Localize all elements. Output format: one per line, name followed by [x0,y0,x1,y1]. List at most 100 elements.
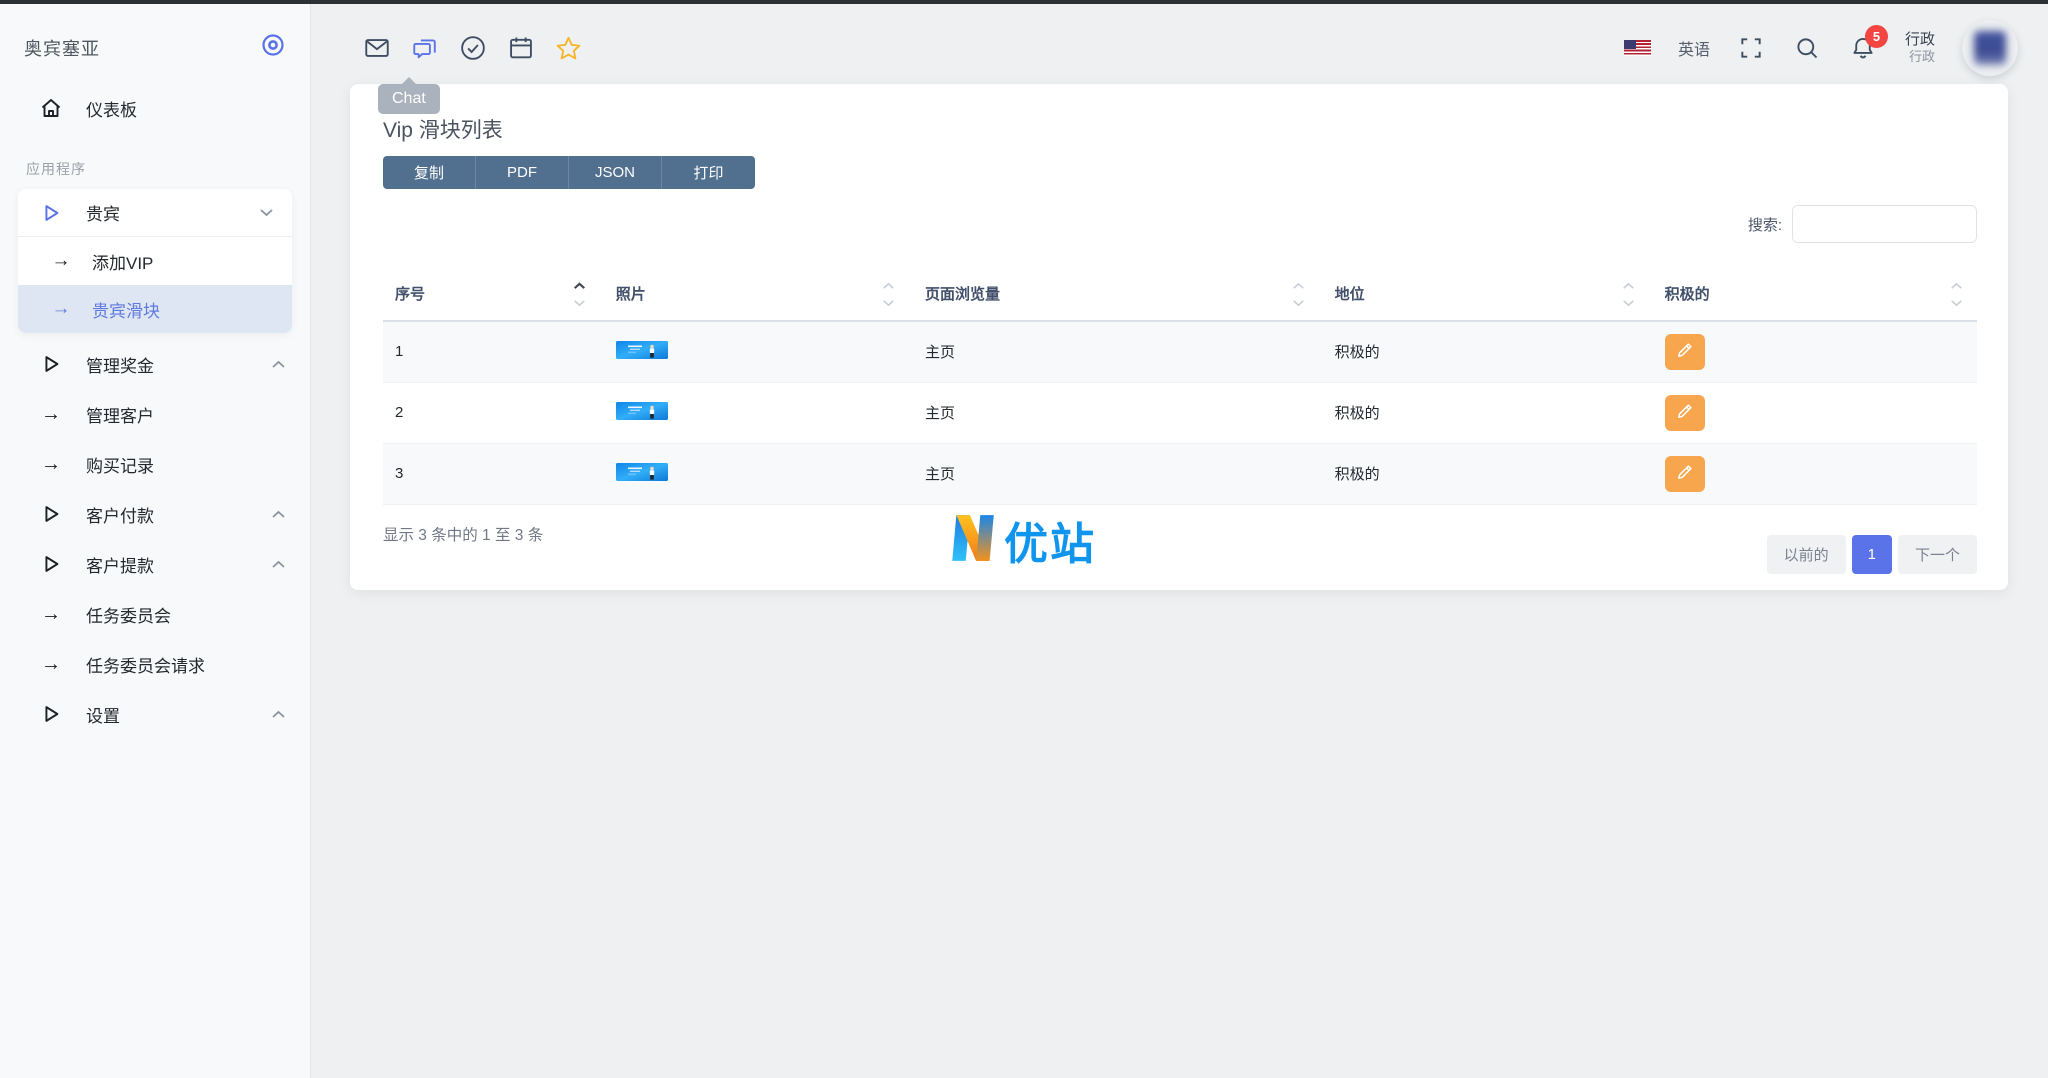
pencil-icon [1675,401,1695,424]
cell-pageview: 主页 [909,382,1319,444]
pencil-icon [1675,462,1695,485]
pdf-button[interactable]: PDF [476,156,569,189]
chevron-down-icon [259,208,274,217]
sort-icons [1622,282,1635,307]
sidebar-item-manage-customers[interactable]: → 管理客户 [0,389,310,439]
slider-photo-thumbnail [615,462,668,481]
sidebar-item-purchase-records[interactable]: → 购买记录 [0,439,310,489]
home-icon [38,96,64,120]
current-page-button[interactable]: 1 [1851,534,1892,574]
check-circle-icon[interactable] [458,34,487,63]
sidebar-item-label: 仪表板 [86,100,137,120]
sidebar-item-vip-slider[interactable]: → 贵宾滑块 [18,285,292,333]
user-menu[interactable]: 行政 行政 [1905,30,1935,66]
user-role: 行政 [1908,49,1935,65]
sidebar-item-label: 管理客户 [86,406,154,426]
chat-tooltip: Chat [378,77,440,114]
language-selector[interactable]: 英语 [1678,36,1710,60]
arrow-right-icon: → [41,452,61,475]
sidebar-item-label: 客户提款 [86,556,154,576]
cell-serial: 3 [383,443,600,505]
cell-pageview: 主页 [909,321,1319,383]
pencil-icon [1675,340,1695,363]
edit-button[interactable] [1664,455,1705,492]
sidebar-item-label: 设置 [86,706,120,726]
arrow-right-icon: → [51,250,71,271]
sidebar-item-customer-withdrawals[interactable]: 客户提款 [0,539,310,589]
slider-photo-thumbnail [615,401,668,420]
search-input[interactable] [1792,205,1977,243]
play-icon [38,703,64,725]
column-header-active[interactable]: 积极的 [1648,269,1977,322]
previous-page-button[interactable]: 以前的 [1766,534,1846,574]
star-icon[interactable] [554,34,583,63]
chevron-up-icon [271,360,286,369]
target-icon[interactable] [260,32,286,63]
avatar[interactable] [1962,20,2018,76]
slider-photo-thumbnail [615,340,668,359]
sidebar-item-customer-payments[interactable]: 客户付款 [0,489,310,539]
edit-button[interactable] [1664,394,1705,431]
uzhan-logo-text: 优站 [1004,520,1096,569]
table-info-text: 显示 3 条中的 1 至 3 条 [383,526,544,544]
next-page-button[interactable]: 下一个 [1897,534,1977,574]
sort-icons [573,282,586,307]
copy-button[interactable]: 复制 [383,156,476,189]
play-icon [38,202,64,224]
chevron-up-icon [271,510,286,519]
page-title: Vip 滑块列表 [383,119,503,142]
user-name: 行政 [1904,30,1935,48]
sidebar-item-label: 管理奖金 [86,356,154,376]
json-button[interactable]: JSON [569,156,662,189]
sidebar-item-add-vip[interactable]: → 添加VIP [18,237,292,285]
cell-status: 积极的 [1318,321,1649,383]
table-header-row: 序号 照片 页面浏览量 地位 积极的 [383,269,1977,322]
sidebar-group-vip: 贵宾 → 添加VIP → 贵宾滑块 [18,189,292,333]
cell-status: 积极的 [1318,443,1649,505]
edit-button[interactable] [1664,333,1705,370]
uzhan-logo-mark-icon [946,511,1000,570]
sidebar-item-task-committee[interactable]: → 任务委员会 [0,589,310,639]
arrow-right-icon: → [41,602,61,625]
play-icon [38,353,64,375]
sidebar-item-label: 贵宾 [86,205,120,224]
column-header-pageviews[interactable]: 页面浏览量 [909,269,1319,322]
fullscreen-icon[interactable] [1737,34,1766,63]
sidebar-item-label: 购买记录 [86,456,154,476]
calendar-icon[interactable] [506,34,535,63]
sidebar-item-label: 贵宾滑块 [92,301,160,321]
sidebar-item-label: 任务委员会 [86,606,171,626]
cell-serial: 1 [383,321,600,383]
pagination: 以前的 1 下一个 [1766,534,1977,574]
notifications-bell-icon[interactable]: 5 [1849,24,1888,63]
column-header-status[interactable]: 地位 [1318,269,1649,322]
export-button-group: 复制 PDF JSON 打印 [383,156,755,189]
sidebar-item-settings[interactable]: 设置 [0,689,310,739]
table-row: 1 主页 积极的 [383,321,1977,383]
cell-pageview: 主页 [909,443,1319,505]
sidebar-item-label: 添加VIP [92,253,154,273]
sidebar-item-vip[interactable]: 贵宾 [18,189,292,237]
brand-name: 奥宾塞亚 [24,38,100,59]
mail-icon[interactable] [362,34,391,63]
arrow-right-icon: → [41,402,61,425]
notification-count-badge: 5 [1864,24,1888,48]
column-header-photo[interactable]: 照片 [599,269,910,322]
avatar-image [1974,31,2006,65]
search-icon[interactable] [1793,34,1822,63]
search-label: 搜索: [1747,216,1782,234]
sort-icons [1950,282,1963,307]
sidebar-item-label: 任务委员会请求 [86,656,205,676]
chat-icon[interactable] [410,34,439,63]
column-header-serial[interactable]: 序号 [383,269,600,322]
vip-slider-card: Vip 滑块列表 复制 PDF JSON 打印 搜索: 序号 照片 页面浏览量 … [350,84,2008,590]
sidebar-item-manage-bonus[interactable]: 管理奖金 [0,339,310,389]
us-flag-icon[interactable] [1623,40,1651,56]
arrow-right-icon: → [51,298,71,319]
sidebar-item-task-committee-requests[interactable]: → 任务委员会请求 [0,639,310,689]
cell-serial: 2 [383,382,600,444]
sidebar-item-dashboard[interactable]: 仪表板 [0,85,310,131]
print-button[interactable]: 打印 [662,156,755,189]
vip-slider-table: 序号 照片 页面浏览量 地位 积极的 1 主页 积极的 2 主页 积极的 3 主… [383,269,1977,505]
table-row: 3 主页 积极的 [383,443,1977,505]
